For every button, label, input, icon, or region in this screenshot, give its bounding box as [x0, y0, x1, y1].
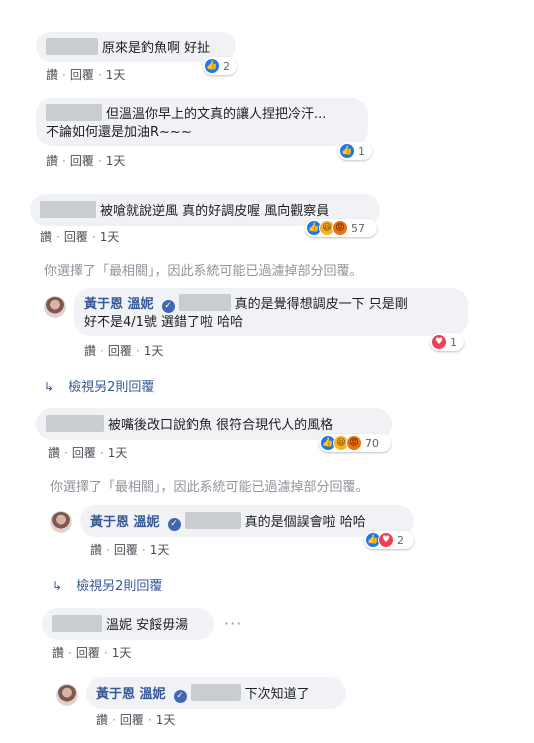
avatar[interactable] — [50, 511, 72, 533]
verified-icon: ✓ — [161, 300, 175, 313]
timestamp[interactable]: 1天 — [106, 68, 126, 82]
reply-bubble: 黃于恩 溫妮 ✓ 真的是個誤會啦 哈哈 — [80, 505, 414, 537]
reaction-count: 2 — [223, 59, 230, 73]
comment-actions: 讚 · 回覆 · 1天 — [46, 154, 126, 168]
love-icon: ♥ — [378, 532, 394, 548]
comment-actions: 讚 · 回覆 · 1天 — [40, 230, 120, 244]
reply-actions: 讚 · 回覆 · 1天 — [96, 713, 176, 727]
timestamp[interactable]: 1天 — [144, 344, 164, 358]
reply-author[interactable]: 黃于恩 溫妮 — [84, 297, 154, 312]
timestamp[interactable]: 1天 — [100, 230, 120, 244]
angry-icon: 😡 — [332, 220, 348, 236]
redacted-name — [46, 415, 104, 432]
reaction-summary[interactable]: 👍 😆 😡 70 — [319, 434, 391, 452]
reaction-summary[interactable]: 👍 ♥ 2 — [364, 531, 414, 549]
reaction-summary[interactable]: 👍 2 — [203, 57, 237, 75]
reply-arrow-icon: ↳ — [44, 380, 55, 394]
timestamp[interactable]: 1天 — [156, 713, 176, 727]
avatar[interactable] — [44, 296, 66, 318]
reply-actions: 讚 · 回覆 · 1天 — [90, 543, 170, 557]
comment-text-line1: 但溫溫你早上的文真的讓人捏把冷汗... — [106, 107, 327, 122]
comment-actions: 讚 · 回覆 · 1天 — [48, 446, 128, 460]
comment-text: 被嘴後改口說釣魚 很符合現代人的風格 — [108, 418, 334, 433]
comment-actions: 讚 · 回覆 · 1天 — [52, 646, 132, 660]
comment-text: 溫妮 安餒毋湯 — [106, 618, 189, 633]
like-button[interactable]: 讚 — [84, 344, 96, 358]
reaction-summary[interactable]: 👍 1 — [338, 142, 372, 160]
comment-bubble: 溫妮 安餒毋湯 — [42, 608, 214, 640]
reaction-count: 70 — [365, 436, 379, 450]
love-icon: ♥ — [431, 334, 447, 350]
reply-button[interactable]: 回覆 — [108, 344, 132, 358]
verified-icon: ✓ — [167, 518, 181, 531]
redacted-name — [46, 38, 98, 55]
like-button[interactable]: 讚 — [90, 543, 102, 557]
comment-actions: 讚 · 回覆 · 1天 — [46, 68, 126, 82]
filter-notice: 你選擇了「最相關」，因此系統可能已過濾掉部分回覆。 — [44, 264, 363, 279]
comment-text-line2: 不論如何還是加油R~~~ — [46, 125, 192, 140]
verified-icon: ✓ — [173, 690, 187, 703]
angry-icon: 😡 — [346, 435, 362, 451]
reply-button[interactable]: 回覆 — [76, 646, 100, 660]
like-button[interactable]: 讚 — [46, 68, 58, 82]
redacted-name — [40, 201, 96, 218]
filter-notice: 你選擇了「最相關」，因此系統可能已過濾掉部分回覆。 — [50, 480, 369, 495]
redacted-name — [184, 512, 241, 529]
redacted-name — [178, 294, 231, 311]
reaction-count: 1 — [358, 144, 365, 158]
view-more-replies[interactable]: ↳ 檢視另2則回覆 — [52, 575, 162, 594]
reply-text: 下次知道了 — [244, 687, 310, 702]
like-button[interactable]: 讚 — [96, 713, 108, 727]
reply-text-line2: 好不是4/1號 選錯了啦 哈哈 — [84, 315, 244, 330]
reply-actions: 讚 · 回覆 · 1天 — [84, 344, 164, 358]
timestamp[interactable]: 1天 — [108, 446, 128, 460]
reply-text-line1: 真的是覺得想調皮一下 只是剛 — [234, 297, 408, 312]
like-button[interactable]: 讚 — [46, 154, 58, 168]
like-button[interactable]: 讚 — [40, 230, 52, 244]
like-button[interactable]: 讚 — [48, 446, 60, 460]
reaction-count: 1 — [450, 335, 457, 349]
reply-bubble: 黃于恩 溫妮 ✓ 下次知道了 — [86, 677, 346, 709]
reply-button[interactable]: 回覆 — [120, 713, 144, 727]
timestamp[interactable]: 1天 — [106, 154, 126, 168]
reaction-count: 2 — [397, 533, 404, 547]
timestamp[interactable]: 1天 — [112, 646, 132, 660]
reply-text: 真的是個誤會啦 哈哈 — [244, 515, 366, 530]
reply-author[interactable]: 黃于恩 溫妮 — [90, 515, 160, 530]
timestamp[interactable]: 1天 — [150, 543, 170, 557]
comment-bubble: 原來是釣魚啊 好扯 — [36, 32, 236, 62]
more-options-icon[interactable]: ··· — [224, 614, 242, 633]
reply-button[interactable]: 回覆 — [72, 446, 96, 460]
reply-button[interactable]: 回覆 — [70, 68, 94, 82]
reaction-summary[interactable]: 👍 😆 😡 57 — [305, 219, 377, 237]
comment-bubble: 但溫溫你早上的文真的讓人捏把冷汗... 不論如何還是加油R~~~ — [36, 98, 368, 146]
like-button[interactable]: 讚 — [52, 646, 64, 660]
view-more-replies[interactable]: ↳ 檢視另2則回覆 — [44, 376, 154, 395]
reply-author[interactable]: 黃于恩 溫妮 — [96, 687, 166, 702]
reply-bubble: 黃于恩 溫妮 ✓ 真的是覺得想調皮一下 只是剛 好不是4/1號 選錯了啦 哈哈 — [74, 288, 468, 336]
redacted-name — [52, 615, 102, 632]
reaction-summary[interactable]: ♥ 1 — [430, 333, 464, 351]
avatar[interactable] — [56, 684, 78, 706]
comment-text: 原來是釣魚啊 好扯 — [102, 41, 211, 56]
like-icon: 👍 — [204, 58, 220, 74]
reply-button[interactable]: 回覆 — [64, 230, 88, 244]
like-icon: 👍 — [339, 143, 355, 159]
reply-button[interactable]: 回覆 — [114, 543, 138, 557]
redacted-name — [46, 104, 102, 121]
reply-arrow-icon: ↳ — [52, 579, 63, 593]
reaction-count: 57 — [351, 221, 365, 235]
redacted-name — [190, 684, 241, 701]
reply-button[interactable]: 回覆 — [70, 154, 94, 168]
comment-text: 被嗆就說逆風 真的好調皮喔 風向觀察員 — [100, 204, 330, 219]
